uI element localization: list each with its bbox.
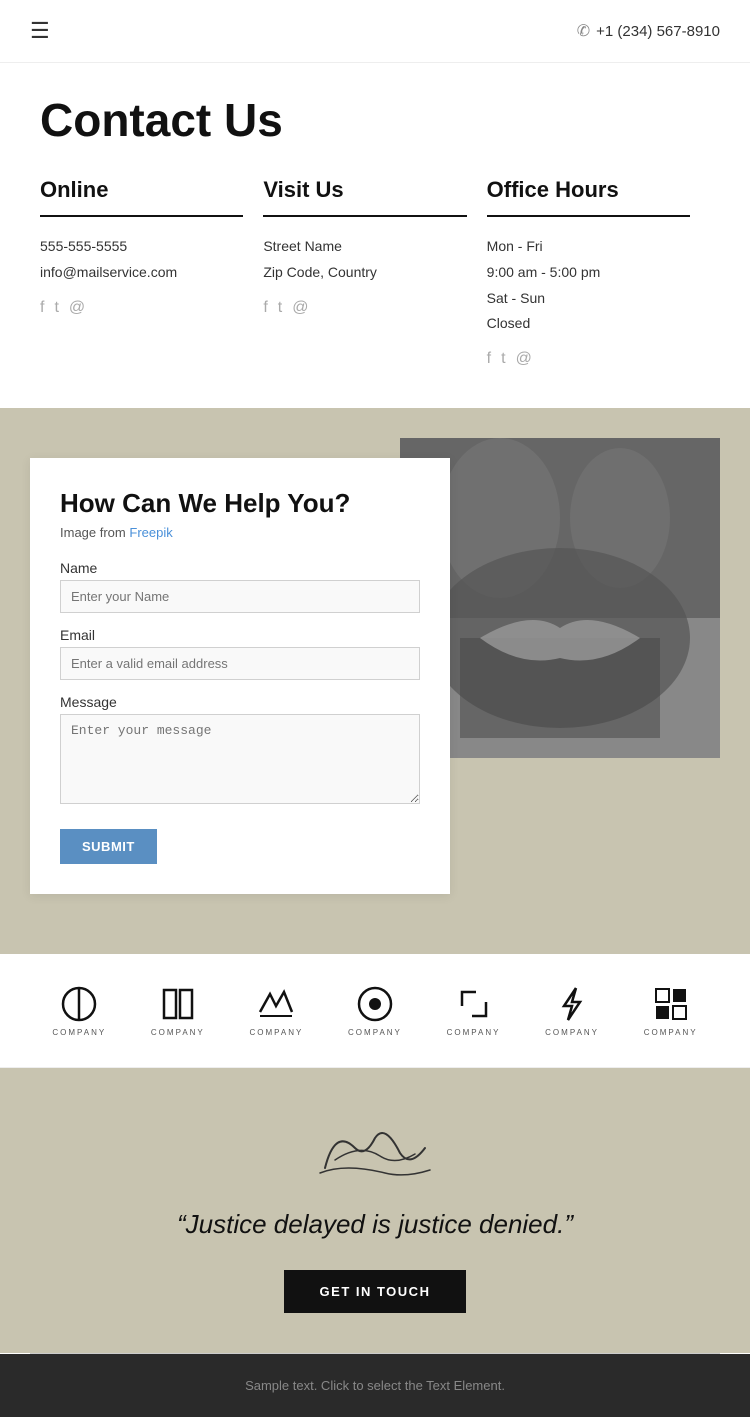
form-card: How Can We Help You? Image from Freepik … — [30, 458, 450, 894]
message-label: Message — [60, 694, 420, 710]
hours-weekend-range: Sat - Sun — [487, 287, 690, 311]
logo-item-4: COMPANY — [348, 984, 402, 1037]
logo-icon-4 — [355, 984, 395, 1024]
hours-weekday-range: Mon - Fri — [487, 235, 690, 259]
logo-item-2: COMPANY — [151, 984, 205, 1037]
message-group: Message — [60, 694, 420, 809]
phone-icon: ✆ — [577, 21, 590, 41]
header: ☰ ✆ +1 (234) 567-8910 — [0, 0, 750, 63]
twitter-icon[interactable]: t — [54, 299, 58, 317]
logo-label-2: COMPANY — [151, 1028, 205, 1037]
logo-item-1: COMPANY — [52, 984, 106, 1037]
get-in-touch-button[interactable]: GET IN TOUCH — [284, 1270, 467, 1313]
logo-item-7: COMPANY — [644, 984, 698, 1037]
logo-label-5: COMPANY — [447, 1028, 501, 1037]
hours-divider — [487, 215, 690, 217]
freepik-link[interactable]: Freepik — [129, 525, 172, 540]
contact-section: Contact Us Online 555-555-5555 info@mail… — [0, 63, 750, 408]
page-title: Contact Us — [40, 93, 710, 147]
name-input[interactable] — [60, 580, 420, 613]
columns: Online 555-555-5555 info@mailservice.com… — [40, 177, 710, 368]
logo-icon-7 — [651, 984, 691, 1024]
message-input[interactable] — [60, 714, 420, 804]
freepik-credit: Image from Freepik — [60, 525, 420, 540]
logo-label-7: COMPANY — [644, 1028, 698, 1037]
instagram-icon-3[interactable]: @ — [516, 350, 532, 368]
facebook-icon-3[interactable]: f — [487, 350, 491, 368]
logo-label-6: COMPANY — [545, 1028, 599, 1037]
logo-icon-1 — [59, 984, 99, 1024]
hours-social: f t @ — [487, 350, 690, 368]
email-group: Email — [60, 627, 420, 680]
logo-label-1: COMPANY — [52, 1028, 106, 1037]
signature-area — [30, 1118, 720, 1193]
quote-section: “Justice delayed is justice denied.” GET… — [0, 1068, 750, 1353]
logo-icon-5 — [454, 984, 494, 1024]
online-heading: Online — [40, 177, 243, 203]
hours-weekend-hours: Closed — [487, 312, 690, 336]
logo-icon-3 — [256, 984, 296, 1024]
logo-icon-2 — [158, 984, 198, 1024]
logos-section: COMPANY COMPANY COMPANY COMPANY COMPANY — [0, 954, 750, 1068]
visit-social: f t @ — [263, 299, 466, 317]
menu-icon[interactable]: ☰ — [30, 18, 50, 44]
signature-svg — [305, 1118, 445, 1188]
online-phone: 555-555-5555 — [40, 235, 243, 259]
phone-area: ✆ +1 (234) 567-8910 — [577, 21, 720, 41]
quote-text: “Justice delayed is justice denied.” — [30, 1209, 720, 1240]
instagram-icon[interactable]: @ — [69, 299, 85, 317]
logo-label-4: COMPANY — [348, 1028, 402, 1037]
hours-weekday-hours: 9:00 am - 5:00 pm — [487, 261, 690, 285]
twitter-icon-3[interactable]: t — [501, 350, 505, 368]
online-divider — [40, 215, 243, 217]
visit-col: Visit Us Street Name Zip Code, Country f… — [263, 177, 486, 368]
header-phone: +1 (234) 567-8910 — [596, 23, 720, 40]
logo-item-3: COMPANY — [249, 984, 303, 1037]
facebook-icon-2[interactable]: f — [263, 299, 267, 317]
visit-address: Zip Code, Country — [263, 261, 466, 285]
online-col: Online 555-555-5555 info@mailservice.com… — [40, 177, 263, 368]
instagram-icon-2[interactable]: @ — [292, 299, 308, 317]
online-email: info@mailservice.com — [40, 261, 243, 285]
name-group: Name — [60, 560, 420, 613]
visit-heading: Visit Us — [263, 177, 466, 203]
twitter-icon-2[interactable]: t — [278, 299, 282, 317]
hours-col: Office Hours Mon - Fri 9:00 am - 5:00 pm… — [487, 177, 710, 368]
visit-divider — [263, 215, 466, 217]
footer-text: Sample text. Click to select the Text El… — [245, 1378, 505, 1393]
footer: Sample text. Click to select the Text El… — [0, 1354, 750, 1417]
logo-label-3: COMPANY — [249, 1028, 303, 1037]
form-heading: How Can We Help You? — [60, 488, 420, 519]
logo-item-6: COMPANY — [545, 984, 599, 1037]
form-section: How Can We Help You? Image from Freepik … — [0, 408, 750, 954]
online-social: f t @ — [40, 299, 243, 317]
submit-button[interactable]: SUBMIT — [60, 829, 157, 864]
logo-item-5: COMPANY — [447, 984, 501, 1037]
visit-street: Street Name — [263, 235, 466, 259]
name-label: Name — [60, 560, 420, 576]
facebook-icon[interactable]: f — [40, 299, 44, 317]
email-label: Email — [60, 627, 420, 643]
email-input[interactable] — [60, 647, 420, 680]
logo-icon-6 — [552, 984, 592, 1024]
hours-heading: Office Hours — [487, 177, 690, 203]
